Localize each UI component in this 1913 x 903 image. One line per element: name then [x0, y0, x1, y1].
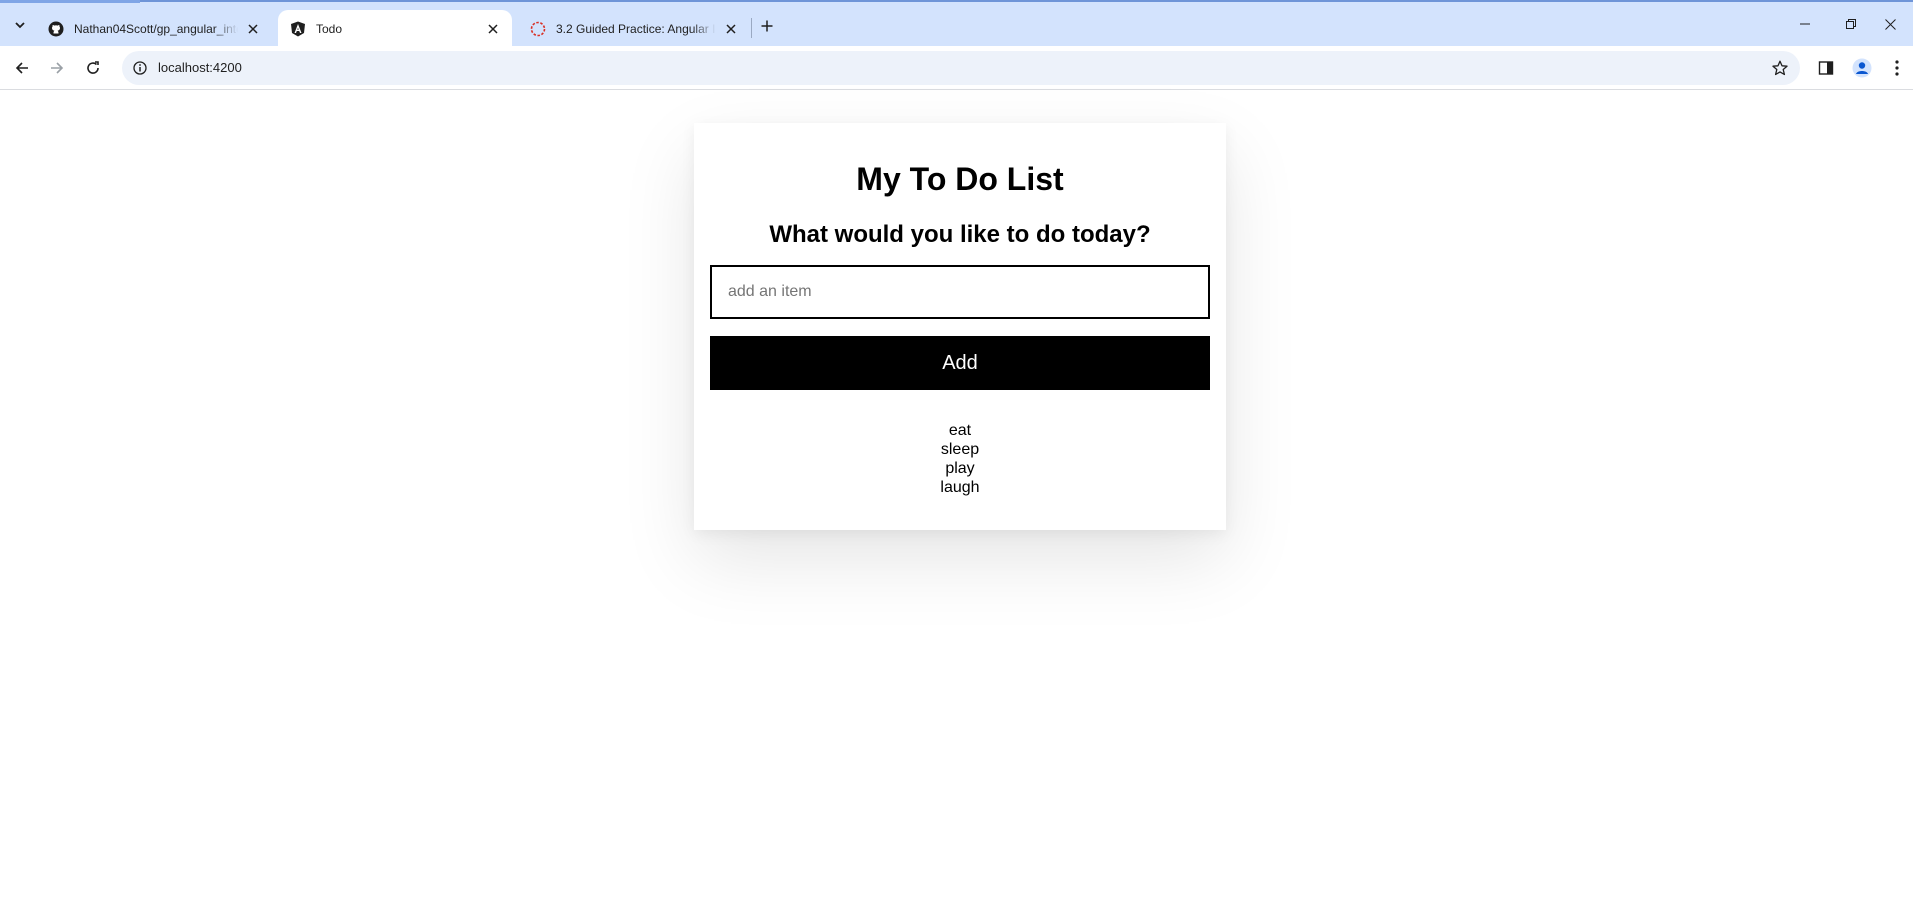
tab-strip: Nathan04Scott/gp_angular_inte Todo 3.2 G…	[0, 0, 1913, 48]
tab-github[interactable]: Nathan04Scott/gp_angular_inte	[36, 10, 272, 48]
kebab-menu-icon	[1895, 60, 1899, 76]
plus-icon	[761, 20, 773, 32]
close-icon	[1884, 18, 1896, 30]
chevron-down-icon	[15, 22, 25, 29]
tab-separator	[751, 18, 752, 38]
page-subtitle: What would you like to do today?	[769, 221, 1151, 248]
list-item: sleep	[940, 441, 980, 458]
profile-button[interactable]	[1848, 54, 1876, 82]
loading-indicator	[0, 0, 140, 3]
reload-button[interactable]	[79, 54, 107, 82]
close-icon[interactable]	[484, 20, 502, 38]
browser-toolbar: localhost:4200	[0, 46, 1913, 90]
add-button[interactable]: Add	[710, 336, 1210, 390]
reload-icon	[87, 61, 99, 74]
arrow-right-icon	[51, 62, 64, 74]
add-item-input[interactable]	[710, 265, 1210, 319]
tab-search-button[interactable]	[6, 12, 34, 38]
address-bar[interactable]: localhost:4200	[122, 51, 1800, 85]
close-icon[interactable]	[244, 20, 262, 38]
tab-title: 3.2 Guided Practice: Angular Int	[556, 22, 716, 36]
address-url: localhost:4200	[158, 60, 242, 75]
tab-title: Todo	[316, 22, 343, 36]
loading-spinner-icon	[530, 21, 546, 37]
bookmark-star-icon[interactable]	[1770, 58, 1790, 78]
todo-list: eat sleep play laugh	[694, 421, 1226, 497]
page-viewport: My To Do List What would you like to do …	[0, 91, 1913, 903]
todo-card: My To Do List What would you like to do …	[694, 123, 1226, 530]
list-item: laugh	[940, 479, 980, 496]
info-icon[interactable]	[130, 58, 150, 78]
github-icon	[48, 21, 64, 37]
close-icon[interactable]	[722, 20, 740, 38]
tab-todo[interactable]: Todo	[278, 10, 512, 48]
restore-icon	[1846, 19, 1856, 29]
close-window-button[interactable]	[1867, 2, 1913, 46]
list-item: play	[945, 460, 975, 477]
tab-guided-practice[interactable]: 3.2 Guided Practice: Angular Int	[518, 10, 750, 48]
angular-icon	[290, 21, 306, 37]
arrow-left-icon	[15, 62, 28, 74]
list-item: eat	[948, 422, 972, 439]
minimize-button[interactable]	[1782, 2, 1828, 46]
side-panel-button[interactable]	[1812, 54, 1840, 82]
minimize-icon	[1800, 23, 1810, 25]
forward-button[interactable]	[43, 54, 71, 82]
back-button[interactable]	[8, 54, 36, 82]
new-tab-button[interactable]	[754, 14, 780, 38]
side-panel-icon	[1818, 61, 1834, 75]
tab-title: Nathan04Scott/gp_angular_inte	[74, 22, 238, 36]
page-title: My To Do List	[856, 161, 1064, 197]
menu-button[interactable]	[1883, 54, 1911, 82]
avatar-icon	[1852, 58, 1872, 78]
